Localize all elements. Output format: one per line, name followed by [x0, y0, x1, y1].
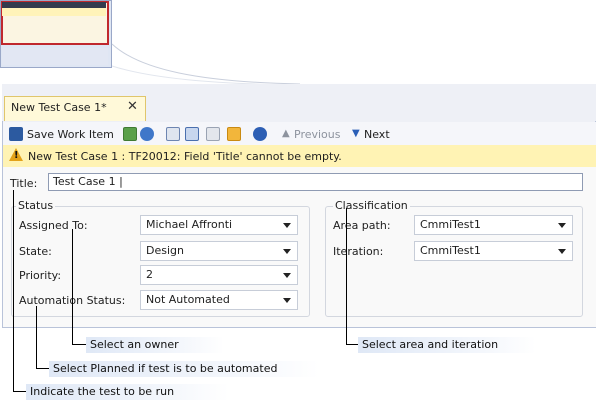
chevron-down-icon — [283, 223, 291, 228]
up-arrow-icon: ▲ — [282, 128, 290, 139]
title-input[interactable]: Test Case 1 | — [48, 173, 583, 191]
link-icon[interactable] — [166, 127, 180, 141]
priority-label: Priority: — [19, 269, 62, 282]
leader-line-area-h — [346, 344, 358, 345]
area-path-select[interactable]: CmmiTest1 — [414, 215, 573, 235]
chevron-down-icon — [283, 249, 291, 254]
leader-line-owner — [72, 229, 73, 345]
leader-line-test-h — [13, 391, 27, 392]
check-icon[interactable] — [227, 127, 241, 141]
automation-status-value: Not Automated — [146, 293, 230, 306]
attach-icon[interactable] — [206, 127, 220, 141]
leader-line-planned-h — [36, 368, 50, 369]
warning-exclamation: ! — [14, 150, 19, 161]
chevron-down-icon — [283, 298, 291, 303]
callout-planned: Select Planned if test is to be automate… — [49, 361, 319, 377]
warning-message: New Test Case 1 : TF20012: Field 'Title'… — [28, 150, 342, 163]
state-select[interactable]: Design — [140, 241, 298, 261]
close-icon[interactable]: ✕ — [127, 99, 138, 114]
save-icon[interactable] — [9, 127, 23, 141]
state-value: Design — [146, 244, 184, 257]
leader-line-owner-h — [72, 344, 86, 345]
iteration-label: Iteration: — [333, 245, 384, 258]
iteration-value: CmmiTest1 — [420, 244, 481, 257]
assigned-to-label: Assigned To: — [19, 219, 88, 232]
refresh-icon[interactable] — [123, 127, 137, 141]
leader-line-test — [13, 190, 14, 392]
priority-select[interactable]: 2 — [140, 265, 298, 285]
classification-heading: Classification — [333, 199, 410, 212]
copy-icon[interactable] — [185, 127, 199, 141]
iteration-select[interactable]: CmmiTest1 — [414, 241, 573, 261]
down-arrow-icon: ▼ — [352, 128, 360, 139]
assigned-to-select[interactable]: Michael Affronti — [140, 215, 298, 235]
state-label: State: — [19, 245, 52, 258]
chevron-down-icon — [558, 249, 566, 254]
area-path-label: Area path: — [333, 219, 391, 232]
priority-value: 2 — [146, 268, 153, 281]
callout-area: Select area and iteration — [358, 337, 536, 353]
tab-title: New Test Case 1* — [11, 101, 107, 114]
leader-line-planned — [36, 306, 37, 369]
chevron-down-icon — [283, 273, 291, 278]
previous-button-label[interactable]: Previous — [294, 128, 341, 141]
leader-line-area — [346, 208, 347, 345]
callout-test: Indicate the test to be run — [26, 384, 229, 400]
zoom-connector — [111, 43, 301, 86]
chevron-down-icon — [558, 223, 566, 228]
automation-status-select[interactable]: Not Automated — [140, 290, 298, 310]
title-label: Title: — [10, 177, 38, 190]
area-path-value: CmmiTest1 — [420, 218, 481, 231]
callout-owner: Select an owner — [86, 337, 224, 353]
save-button-label[interactable]: Save Work Item — [27, 128, 114, 141]
status-heading: Status — [16, 199, 56, 212]
assigned-to-value: Michael Affronti — [146, 218, 233, 231]
undo-icon[interactable] — [140, 127, 154, 141]
help-icon[interactable] — [253, 127, 267, 141]
next-button-label[interactable]: Next — [364, 128, 390, 141]
